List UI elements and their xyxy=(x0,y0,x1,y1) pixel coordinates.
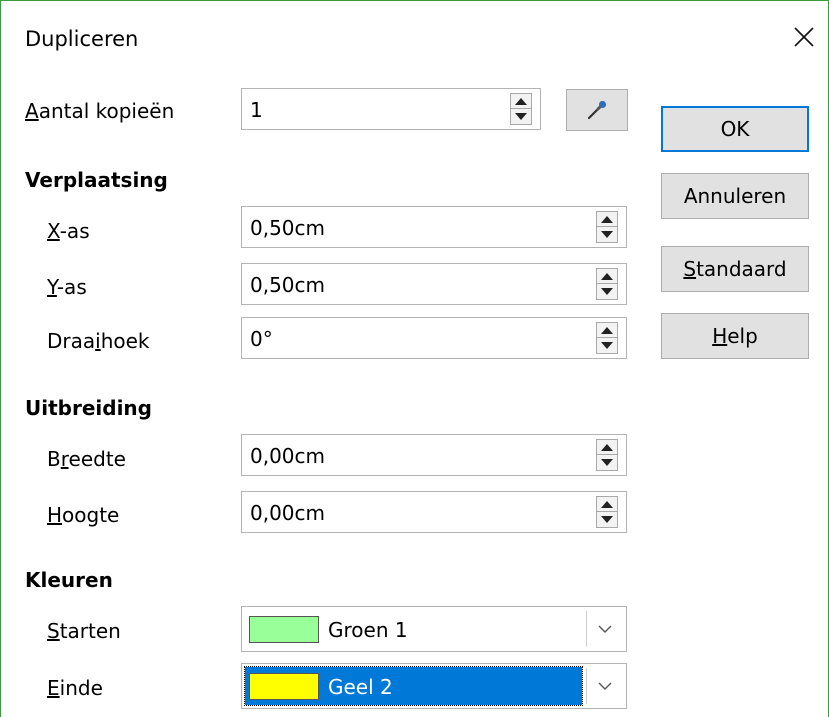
arrow-down-icon xyxy=(601,342,613,349)
arrow-up-icon xyxy=(515,97,527,105)
default-button[interactable]: Standaard xyxy=(661,246,809,292)
y-axis-stepper[interactable] xyxy=(596,268,618,300)
increment-button[interactable] xyxy=(511,94,531,109)
decrement-button[interactable] xyxy=(597,338,617,353)
enlargement-heading: Uitbreiding xyxy=(25,396,152,420)
height-spinbox[interactable]: 0,00cm xyxy=(241,491,627,533)
dialog-title: Dupliceren xyxy=(25,27,139,51)
arrow-up-icon xyxy=(601,326,613,334)
displacement-heading: Verplaatsing xyxy=(25,168,168,192)
y-axis-value: 0,50cm xyxy=(250,273,326,297)
arrow-up-icon xyxy=(601,443,613,451)
arrow-up-icon xyxy=(601,215,613,223)
angle-spinbox[interactable]: 0° xyxy=(241,317,627,359)
help-button[interactable]: Help xyxy=(661,313,809,359)
chevron-down-icon xyxy=(598,682,611,690)
width-spinbox[interactable]: 0,00cm xyxy=(241,434,627,476)
eyedropper-icon xyxy=(587,100,607,120)
decrement-button[interactable] xyxy=(597,512,617,527)
arrow-down-icon xyxy=(601,231,613,238)
arrow-down-icon xyxy=(601,288,613,295)
ok-button[interactable]: OK xyxy=(661,106,809,152)
dropdown-button[interactable] xyxy=(586,668,622,704)
height-stepper[interactable] xyxy=(596,496,618,528)
title-bar: Dupliceren xyxy=(1,1,828,85)
copies-spinbox[interactable]: 1 xyxy=(241,88,541,130)
start-color-value: Groen 1 xyxy=(328,618,408,642)
decrement-button[interactable] xyxy=(597,284,617,299)
angle-label: Draaihoek xyxy=(47,329,150,353)
increment-button[interactable] xyxy=(597,212,617,227)
color-swatch xyxy=(249,616,319,643)
increment-button[interactable] xyxy=(597,440,617,455)
start-color-label: Starten xyxy=(47,619,121,643)
end-color-label: Einde xyxy=(47,676,103,700)
arrow-up-icon xyxy=(601,272,613,280)
x-axis-value: 0,50cm xyxy=(250,216,326,240)
increment-button[interactable] xyxy=(597,497,617,512)
decrement-button[interactable] xyxy=(511,109,531,124)
arrow-down-icon xyxy=(601,459,613,466)
close-button[interactable] xyxy=(780,13,828,61)
height-value: 0,00cm xyxy=(250,501,326,525)
x-axis-spinbox[interactable]: 0,50cm xyxy=(241,206,627,248)
width-stepper[interactable] xyxy=(596,439,618,471)
color-swatch xyxy=(249,673,319,700)
values-from-selection-button[interactable] xyxy=(566,89,628,131)
chevron-down-icon xyxy=(598,625,611,633)
end-color-value: Geel 2 xyxy=(328,675,393,699)
close-icon xyxy=(794,27,814,47)
height-label: Hoogte xyxy=(47,503,120,527)
start-color-dropdown[interactable]: Groen 1 xyxy=(241,606,627,652)
angle-stepper[interactable] xyxy=(596,322,618,354)
increment-button[interactable] xyxy=(597,269,617,284)
decrement-button[interactable] xyxy=(597,455,617,470)
x-axis-stepper[interactable] xyxy=(596,211,618,243)
angle-value: 0° xyxy=(250,327,273,351)
arrow-up-icon xyxy=(601,500,613,508)
cancel-button[interactable]: Annuleren xyxy=(661,173,809,219)
copies-label: Aantal kopieën xyxy=(25,99,175,123)
copies-stepper[interactable] xyxy=(510,93,532,125)
copies-value: 1 xyxy=(250,98,263,122)
end-color-dropdown[interactable]: Geel 2 xyxy=(241,663,627,709)
colors-heading: Kleuren xyxy=(25,568,113,592)
width-value: 0,00cm xyxy=(250,444,326,468)
y-axis-label: Y-as xyxy=(47,275,87,299)
dropdown-button[interactable] xyxy=(586,611,622,647)
increment-button[interactable] xyxy=(597,323,617,338)
decrement-button[interactable] xyxy=(597,227,617,242)
x-axis-label: X-as xyxy=(47,219,90,243)
arrow-down-icon xyxy=(515,113,527,120)
y-axis-spinbox[interactable]: 0,50cm xyxy=(241,263,627,305)
duplicate-dialog: Dupliceren Aantal kopieën 1 Verplaatsing… xyxy=(0,0,829,717)
width-label: Breedte xyxy=(47,447,126,471)
arrow-down-icon xyxy=(601,516,613,523)
